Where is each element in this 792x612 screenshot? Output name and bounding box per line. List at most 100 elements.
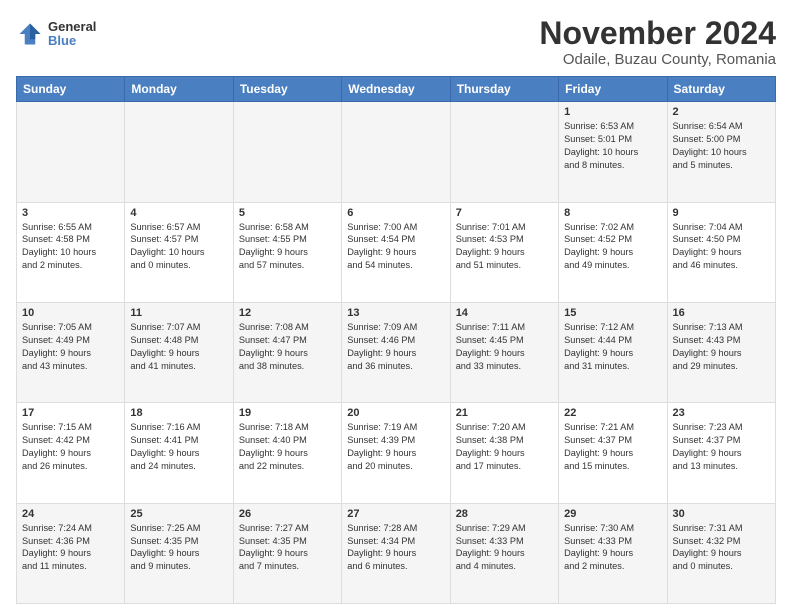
calendar-cell [342, 102, 450, 202]
calendar-cell [233, 102, 341, 202]
day-number: 5 [239, 207, 336, 219]
day-number: 20 [347, 407, 444, 419]
calendar-cell [450, 102, 558, 202]
calendar-week-row: 24 Sunrise: 7:24 AM Sunset: 4:36 PM Dayli… [17, 503, 776, 603]
day-number: 30 [673, 508, 770, 520]
day-info: Sunrise: 7:25 AM Sunset: 4:35 PM Dayligh… [130, 522, 227, 574]
calendar-header-thursday: Thursday [450, 77, 558, 102]
calendar-cell: 7 Sunrise: 7:01 AM Sunset: 4:53 PM Daylig… [450, 202, 558, 302]
calendar-week-row: 3 Sunrise: 6:55 AM Sunset: 4:58 PM Daylig… [17, 202, 776, 302]
day-info: Sunrise: 7:19 AM Sunset: 4:39 PM Dayligh… [347, 421, 444, 473]
day-number: 4 [130, 207, 227, 219]
day-info: Sunrise: 7:23 AM Sunset: 4:37 PM Dayligh… [673, 421, 770, 473]
calendar-cell: 30 Sunrise: 7:31 AM Sunset: 4:32 PM Dayli… [667, 503, 775, 603]
day-info: Sunrise: 7:04 AM Sunset: 4:50 PM Dayligh… [673, 221, 770, 273]
calendar-cell: 29Sunrise: 7:30 AM Sunset: 4:33 PM Dayli… [559, 503, 667, 603]
calendar-cell: 5 Sunrise: 6:58 AM Sunset: 4:55 PM Daylig… [233, 202, 341, 302]
day-number: 19 [239, 407, 336, 419]
day-number: 11 [130, 307, 227, 319]
calendar-cell [17, 102, 125, 202]
header: General Blue November 2024 Odaile, Buzau… [16, 16, 776, 68]
day-info: Sunrise: 7:00 AM Sunset: 4:54 PM Dayligh… [347, 221, 444, 273]
calendar-week-row: 17Sunrise: 7:15 AM Sunset: 4:42 PM Dayli… [17, 403, 776, 503]
calendar-header-row: SundayMondayTuesdayWednesdayThursdayFrid… [17, 77, 776, 102]
calendar-cell: 6 Sunrise: 7:00 AM Sunset: 4:54 PM Daylig… [342, 202, 450, 302]
day-number: 18 [130, 407, 227, 419]
logo-text: General Blue [48, 20, 96, 49]
day-number: 8 [564, 207, 661, 219]
day-number: 7 [456, 207, 553, 219]
day-info: Sunrise: 6:54 AM Sunset: 5:00 PM Dayligh… [673, 120, 770, 172]
calendar-cell: 4 Sunrise: 6:57 AM Sunset: 4:57 PM Daylig… [125, 202, 233, 302]
calendar-cell: 12 Sunrise: 7:08 AM Sunset: 4:47 PM Dayli… [233, 302, 341, 402]
day-info: Sunrise: 7:15 AM Sunset: 4:42 PM Dayligh… [22, 421, 119, 473]
calendar-week-row: 1 Sunrise: 6:53 AM Sunset: 5:01 PM Daylig… [17, 102, 776, 202]
calendar-cell: 19Sunrise: 7:18 AM Sunset: 4:40 PM Dayli… [233, 403, 341, 503]
calendar-cell: 25 Sunrise: 7:25 AM Sunset: 4:35 PM Dayli… [125, 503, 233, 603]
calendar-cell: 21 Sunrise: 7:20 AM Sunset: 4:38 PM Dayli… [450, 403, 558, 503]
calendar-cell: 20 Sunrise: 7:19 AM Sunset: 4:39 PM Dayli… [342, 403, 450, 503]
calendar-header-wednesday: Wednesday [342, 77, 450, 102]
day-number: 26 [239, 508, 336, 520]
calendar-cell: 23Sunrise: 7:23 AM Sunset: 4:37 PM Dayli… [667, 403, 775, 503]
calendar-cell: 8 Sunrise: 7:02 AM Sunset: 4:52 PM Daylig… [559, 202, 667, 302]
logo-general-text: General [48, 20, 96, 34]
calendar-cell: 11Sunrise: 7:07 AM Sunset: 4:48 PM Dayli… [125, 302, 233, 402]
day-info: Sunrise: 7:27 AM Sunset: 4:35 PM Dayligh… [239, 522, 336, 574]
calendar-header-monday: Monday [125, 77, 233, 102]
day-info: Sunrise: 6:57 AM Sunset: 4:57 PM Dayligh… [130, 221, 227, 273]
calendar-week-row: 10 Sunrise: 7:05 AM Sunset: 4:49 PM Dayli… [17, 302, 776, 402]
calendar-header-tuesday: Tuesday [233, 77, 341, 102]
calendar-cell: 10 Sunrise: 7:05 AM Sunset: 4:49 PM Dayli… [17, 302, 125, 402]
day-number: 12 [239, 307, 336, 319]
logo-icon [16, 20, 44, 48]
calendar-cell: 14Sunrise: 7:11 AM Sunset: 4:45 PM Dayli… [450, 302, 558, 402]
day-info: Sunrise: 7:13 AM Sunset: 4:43 PM Dayligh… [673, 321, 770, 373]
day-info: Sunrise: 7:08 AM Sunset: 4:47 PM Dayligh… [239, 321, 336, 373]
calendar-cell: 16 Sunrise: 7:13 AM Sunset: 4:43 PM Dayli… [667, 302, 775, 402]
logo: General Blue [16, 20, 96, 49]
calendar-cell: 27 Sunrise: 7:28 AM Sunset: 4:34 PM Dayli… [342, 503, 450, 603]
day-info: Sunrise: 6:53 AM Sunset: 5:01 PM Dayligh… [564, 120, 661, 172]
logo-blue-text: Blue [48, 34, 96, 48]
day-info: Sunrise: 7:28 AM Sunset: 4:34 PM Dayligh… [347, 522, 444, 574]
day-info: Sunrise: 7:09 AM Sunset: 4:46 PM Dayligh… [347, 321, 444, 373]
day-number: 16 [673, 307, 770, 319]
calendar-cell [125, 102, 233, 202]
page: General Blue November 2024 Odaile, Buzau… [0, 0, 792, 612]
day-number: 27 [347, 508, 444, 520]
day-number: 24 [22, 508, 119, 520]
calendar-cell: 13 Sunrise: 7:09 AM Sunset: 4:46 PM Dayli… [342, 302, 450, 402]
day-info: Sunrise: 7:01 AM Sunset: 4:53 PM Dayligh… [456, 221, 553, 273]
day-info: Sunrise: 7:24 AM Sunset: 4:36 PM Dayligh… [22, 522, 119, 574]
day-number: 13 [347, 307, 444, 319]
day-number: 6 [347, 207, 444, 219]
day-info: Sunrise: 7:20 AM Sunset: 4:38 PM Dayligh… [456, 421, 553, 473]
calendar-cell: 3 Sunrise: 6:55 AM Sunset: 4:58 PM Daylig… [17, 202, 125, 302]
calendar-cell: 17Sunrise: 7:15 AM Sunset: 4:42 PM Dayli… [17, 403, 125, 503]
calendar-cell: 28 Sunrise: 7:29 AM Sunset: 4:33 PM Dayli… [450, 503, 558, 603]
day-number: 2 [673, 106, 770, 118]
day-number: 1 [564, 106, 661, 118]
calendar-cell: 9Sunrise: 7:04 AM Sunset: 4:50 PM Daylig… [667, 202, 775, 302]
calendar-cell: 15 Sunrise: 7:12 AM Sunset: 4:44 PM Dayli… [559, 302, 667, 402]
day-info: Sunrise: 6:55 AM Sunset: 4:58 PM Dayligh… [22, 221, 119, 273]
title-block: November 2024 Odaile, Buzau County, Roma… [539, 16, 776, 68]
day-number: 15 [564, 307, 661, 319]
calendar-header-saturday: Saturday [667, 77, 775, 102]
day-info: Sunrise: 7:31 AM Sunset: 4:32 PM Dayligh… [673, 522, 770, 574]
day-number: 10 [22, 307, 119, 319]
day-info: Sunrise: 7:05 AM Sunset: 4:49 PM Dayligh… [22, 321, 119, 373]
day-info: Sunrise: 7:29 AM Sunset: 4:33 PM Dayligh… [456, 522, 553, 574]
day-number: 28 [456, 508, 553, 520]
day-info: Sunrise: 7:02 AM Sunset: 4:52 PM Dayligh… [564, 221, 661, 273]
month-title: November 2024 [539, 16, 776, 51]
day-number: 25 [130, 508, 227, 520]
day-info: Sunrise: 7:12 AM Sunset: 4:44 PM Dayligh… [564, 321, 661, 373]
calendar-cell: 24 Sunrise: 7:24 AM Sunset: 4:36 PM Dayli… [17, 503, 125, 603]
calendar-cell: 1 Sunrise: 6:53 AM Sunset: 5:01 PM Daylig… [559, 102, 667, 202]
day-number: 3 [22, 207, 119, 219]
day-number: 21 [456, 407, 553, 419]
calendar-cell: 26 Sunrise: 7:27 AM Sunset: 4:35 PM Dayli… [233, 503, 341, 603]
day-info: Sunrise: 6:58 AM Sunset: 4:55 PM Dayligh… [239, 221, 336, 273]
